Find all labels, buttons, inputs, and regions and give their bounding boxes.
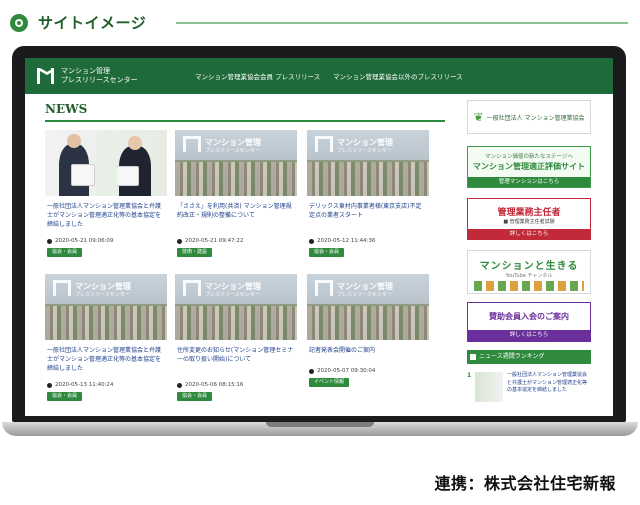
card-category-tag[interactable]: 協会・会員 <box>47 392 83 401</box>
sidebar-ad-evaluation[interactable]: マンション価値の新たなステージへ マンション管理適正評価サイト 管理マンションは… <box>467 146 591 188</box>
card-category-tag[interactable]: 技術・建設 <box>177 248 213 257</box>
clock-icon <box>309 368 314 374</box>
logo-m-icon <box>315 136 333 152</box>
section-title: サイトイメージ <box>38 14 147 32</box>
ad1-button[interactable]: 管理マンションはこちら <box>468 177 590 187</box>
card-date: 2020-05-21 09:06:09 <box>55 238 114 244</box>
logo-m-icon <box>183 136 201 152</box>
news-card[interactable]: 一般社団法人マンション管理業協会と弁護士がマンション管理適正化等の基本協定を締結… <box>45 130 167 260</box>
ranking-item[interactable]: 1 一般社団法人マンション管理業協会と弁護士がマンション管理適正化等の基本協定を… <box>467 370 591 410</box>
card-headline: 記者発表会開催のご案内 <box>309 347 376 354</box>
news-card[interactable]: マンション管理 プレスリリースセンター 一般社団法人マンション管理業協会と弁護士… <box>45 274 167 404</box>
card-date: 2020-05-21 09:47:22 <box>185 238 244 244</box>
card-thumbnail: マンション管理 プレスリリースセンター <box>175 130 297 196</box>
logo-m-icon <box>315 280 333 296</box>
card-thumbnail: マンション管理 プレスリリースセンター <box>307 274 429 340</box>
clock-icon <box>47 238 52 244</box>
news-card[interactable]: マンション管理 プレスリリースセンター 住所変更のお知らせ(マンション管理セミナ… <box>175 274 297 404</box>
logo-m-icon <box>183 280 201 296</box>
association-name: 一般社団法人 マンション管理業協会 <box>486 114 585 122</box>
sidebar-association-banner[interactable]: ❦ 一般社団法人 マンション管理業協会 <box>467 100 591 134</box>
site-logo[interactable]: マンション管理 プレスリリースセンター <box>37 66 138 86</box>
card-thumbnail: マンション管理 プレスリリースセンター <box>45 274 167 340</box>
section-heading: サイトイメージ <box>10 12 146 33</box>
laptop-screen: マンション管理 プレスリリースセンター マンション管理業協会会員 プレスリリース… <box>25 58 613 416</box>
card-headline: 一般社団法人マンション管理業協会と弁護士がマンション管理適正化等の基本協定を締結… <box>47 203 162 228</box>
rank-number: 1 <box>467 372 472 379</box>
card-thumbnail: マンション管理 プレスリリースセンター <box>175 274 297 340</box>
card-date: 2020-05-07 09:30:04 <box>317 368 376 374</box>
sidebar-ranking-header: ニュース週間ランキング <box>467 350 591 364</box>
news-card[interactable]: マンション管理 プレスリリースセンター 「ささえ」を利用(共済) マンション管理… <box>175 130 297 260</box>
clock-icon <box>309 238 314 244</box>
site-header: マンション管理 プレスリリースセンター マンション管理業協会会員 プレスリリース… <box>25 58 613 94</box>
card-category-tag[interactable]: イベント情報 <box>309 378 350 387</box>
news-title: NEWS <box>45 102 88 116</box>
card-thumbnail: マンション管理 プレスリリースセンター <box>307 130 429 196</box>
leaf-icon: ❦ <box>473 110 484 124</box>
ranking-thumbnail <box>475 372 503 402</box>
nav-member-press[interactable]: マンション管理業協会会員 プレスリリース <box>195 71 320 81</box>
card-date: 2020-05-13 11:40:24 <box>55 382 114 388</box>
news-card[interactable]: マンション管理 プレスリリースセンター デリックス東村内事業者様(東京支店)不定… <box>307 130 429 260</box>
logo-m-icon <box>37 66 57 86</box>
partnership-caption: 連携：株式会社住宅新報 <box>434 474 616 493</box>
laptop-notch <box>266 422 374 427</box>
sidebar-ad-youtube[interactable]: マンションと生きる YouTube チャンネル <box>467 250 591 294</box>
ad2-button[interactable]: 詳しくはこちら <box>468 229 590 239</box>
logo-line-1: マンション管理 <box>61 67 110 75</box>
card-headline: 一般社団法人マンション管理業協会と弁護士がマンション管理適正化等の基本協定を締結… <box>47 347 162 372</box>
news-card[interactable]: マンション管理 プレスリリースセンター 記者発表会開催のご案内 2020-05-… <box>307 274 429 404</box>
clock-icon <box>177 382 182 388</box>
clock-icon <box>47 382 52 388</box>
ranking-icon <box>470 354 476 360</box>
nav-other-press[interactable]: マンション管理業協会以外のプレスリリース <box>333 71 463 81</box>
card-category-tag[interactable]: 協会・会員 <box>309 248 345 257</box>
card-date: 2020-05-12 11:44:36 <box>317 238 376 244</box>
card-category-tag[interactable]: 協会・会員 <box>177 392 213 401</box>
logo-m-icon <box>53 280 71 296</box>
card-category-tag[interactable]: 協会・会員 <box>47 248 83 257</box>
card-photo <box>45 130 167 196</box>
ad4-button[interactable]: 詳しくはこちら <box>468 330 590 341</box>
logo-line-2: プレスリリースセンター <box>61 76 138 84</box>
heading-divider <box>176 22 628 24</box>
card-headline: 「ささえ」を利用(共済) マンション管理規約改正・規則の整備について <box>177 203 292 219</box>
card-headline: 住所変更のお知らせ(マンション管理セミナーの取り扱い開始)について <box>177 347 294 363</box>
target-icon <box>10 13 28 32</box>
clock-icon <box>177 238 182 244</box>
illustration-icons <box>474 281 584 291</box>
sidebar-ad-manager-exam[interactable]: 管理業務主任者 ■ 管理業務主任者試験 詳しくはこちら <box>467 198 591 240</box>
sidebar-ad-membership[interactable]: 賛助会員入会のご案内 詳しくはこちら <box>467 302 591 342</box>
card-headline: デリックス東村内事業者様(東京支店)不定定点の業者スタート <box>309 203 422 219</box>
ranking-headline: 一般社団法人マンション管理業協会と弁護士がマンション管理適正化等の基本協定を締結… <box>507 372 588 393</box>
news-divider <box>45 120 445 122</box>
card-date: 2020-05-06 08:15:16 <box>185 382 244 388</box>
